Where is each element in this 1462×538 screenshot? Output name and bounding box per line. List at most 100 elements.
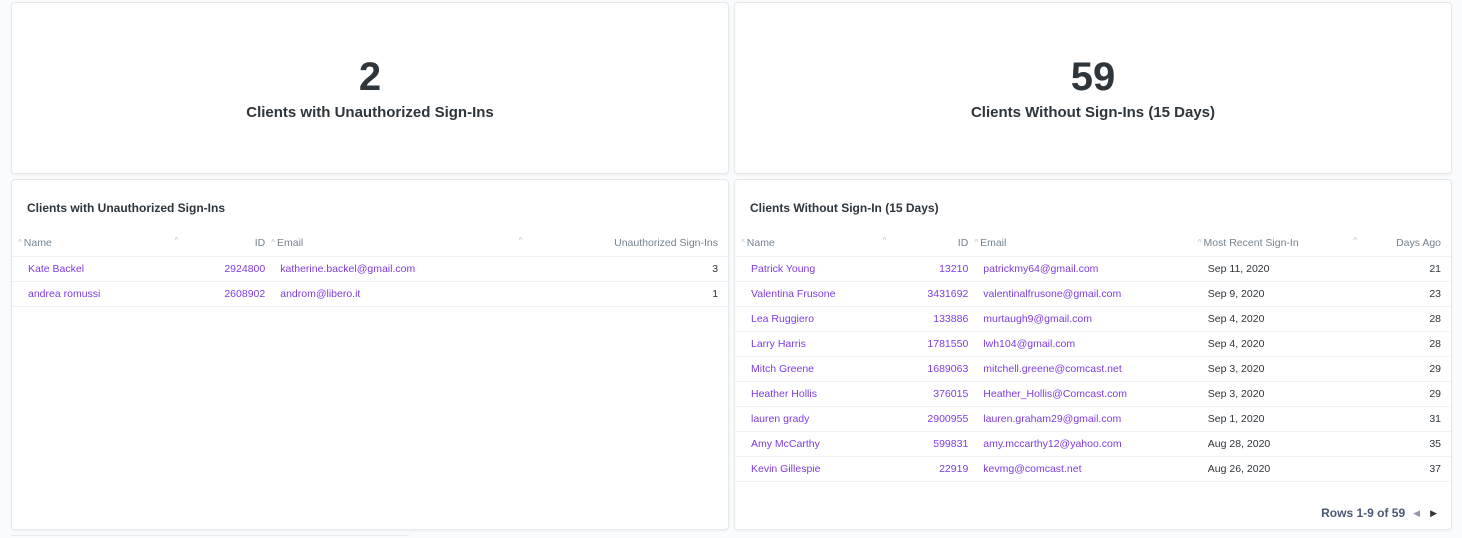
cell-days-ago: 37: [1353, 456, 1442, 482]
cell-email[interactable]: Heather_Hollis@Comcast.com: [968, 381, 1194, 407]
cell-most-recent-signin: Sep 4, 2020: [1193, 331, 1354, 357]
unauthorized-table: ^ Name ^ ID ^ Email ^ Unauthorized Sign-Ins …: [12, 236, 728, 307]
cell-name[interactable]: Patrick Young: [735, 256, 883, 282]
column-header-most-recent-signin[interactable]: ^ Most Recent Sign-In: [1193, 237, 1354, 257]
sort-caret-icon: ^: [174, 236, 179, 245]
cell-name[interactable]: andrea romussi: [12, 281, 175, 307]
column-header-email[interactable]: ^ Email: [968, 237, 1194, 257]
sort-caret-icon: ^: [271, 238, 275, 247]
cell-id[interactable]: 3431692: [882, 281, 969, 307]
cell-email[interactable]: amy.mccarthy12@yahoo.com: [968, 431, 1194, 457]
cell-id[interactable]: 133886: [882, 306, 969, 332]
no-signins-table: ^ Name ^ ID ^ Email ^ Most Recent Sign-In ^ D…: [735, 236, 1451, 482]
table-row: Mitch Greene 1689063 mitchell.greene@comca…: [735, 356, 1451, 382]
stat-value: 59: [1070, 55, 1116, 99]
cell-most-recent-signin: Sep 11, 2020: [1193, 256, 1354, 282]
table-row: Kate Backel 2924800 katherine.backel@gma…: [12, 256, 728, 282]
table-row: Larry Harris 1781550 lwh104@gmail.com Sep 4…: [735, 331, 1451, 357]
cell-id[interactable]: 13210: [882, 256, 969, 282]
header-spacer: [718, 237, 728, 257]
cell-most-recent-signin: Aug 28, 2020: [1193, 431, 1354, 457]
cell-email[interactable]: androm@libero.it: [265, 281, 519, 307]
cell-count: 1: [518, 281, 719, 307]
sort-caret-icon: ^: [518, 236, 523, 245]
table-row: Patrick Young 13210 patrickmy64@gmail.com S…: [735, 256, 1451, 282]
cell-days-ago: 28: [1353, 331, 1442, 357]
stat-label: Clients Without Sign-Ins (15 Days): [970, 104, 1216, 121]
cell-days-ago: 21: [1353, 256, 1442, 282]
cell-id[interactable]: 376015: [882, 381, 969, 407]
row-spacer: [1441, 381, 1451, 407]
chevron-left-icon[interactable]: ◀: [1413, 508, 1420, 519]
table-row: Amy McCarthy 599831 amy.mccarthy12@yahoo.c…: [735, 431, 1451, 457]
row-spacer: [1441, 431, 1451, 457]
cell-name[interactable]: Valentina Frusone: [735, 281, 883, 307]
cell-id[interactable]: 22919: [882, 456, 969, 482]
stat-label: Clients with Unauthorized Sign-Ins: [246, 104, 494, 121]
column-header-days-ago[interactable]: ^ Days Ago: [1353, 236, 1442, 257]
cell-id[interactable]: 2900955: [882, 406, 969, 432]
cell-name[interactable]: Heather Hollis: [735, 381, 883, 407]
cell-email[interactable]: lwh104@gmail.com: [968, 331, 1194, 357]
cell-days-ago: 28: [1353, 306, 1442, 332]
cell-name[interactable]: Mitch Greene: [735, 356, 883, 382]
cell-name[interactable]: Amy McCarthy: [735, 431, 883, 457]
cell-days-ago: 31: [1353, 406, 1442, 432]
chevron-right-icon[interactable]: ▶: [1430, 508, 1437, 519]
table-card-unauthorized: Clients with Unauthorized Sign-Ins ^ Name…: [11, 179, 729, 530]
cell-most-recent-signin: Sep 9, 2020: [1193, 281, 1354, 307]
cell-id[interactable]: 2924800: [174, 256, 266, 282]
cell-name[interactable]: Kevin Gillespie: [735, 456, 883, 482]
cell-most-recent-signin: Sep 3, 2020: [1193, 381, 1354, 407]
column-header-email[interactable]: ^ Email: [265, 237, 519, 257]
column-header-name[interactable]: ^ Name: [12, 237, 175, 257]
table-title: Clients with Unauthorized Sign-Ins: [27, 201, 225, 215]
sort-caret-icon: ^: [18, 238, 22, 247]
pagination-label: Rows 1-9 of 59: [1321, 506, 1406, 520]
cell-name[interactable]: Kate Backel: [12, 256, 175, 282]
column-header-unauthorized-signins[interactable]: ^ Unauthorized Sign-Ins: [518, 236, 719, 257]
table-row: andrea romussi 2608902 androm@libero.it …: [12, 281, 728, 307]
cell-email[interactable]: valentinalfrusone@gmail.com: [968, 281, 1194, 307]
row-spacer: [718, 256, 728, 282]
cell-name[interactable]: Lea Ruggiero: [735, 306, 883, 332]
row-spacer: [718, 281, 728, 307]
row-spacer: [1441, 406, 1451, 432]
cell-email[interactable]: murtaugh9@gmail.com: [968, 306, 1194, 332]
cell-email[interactable]: lauren.graham29@gmail.com: [968, 406, 1194, 432]
cell-id[interactable]: 1781550: [882, 331, 969, 357]
cell-email[interactable]: katherine.backel@gmail.com: [265, 256, 519, 282]
row-spacer: [1441, 356, 1451, 382]
cell-days-ago: 23: [1353, 281, 1442, 307]
cell-name[interactable]: lauren grady: [735, 406, 883, 432]
table-row: Valentina Frusone 3431692 valentinalfruson…: [735, 281, 1451, 307]
stat-card-unauthorized: 2 Clients with Unauthorized Sign-Ins: [11, 2, 729, 174]
row-spacer: [1441, 256, 1451, 282]
column-header-name[interactable]: ^ Name: [735, 237, 883, 257]
row-spacer: [1441, 281, 1451, 307]
cell-email[interactable]: kevmg@comcast.net: [968, 456, 1194, 482]
cell-days-ago: 29: [1353, 381, 1442, 407]
sort-caret-icon: ^: [1197, 238, 1202, 247]
sort-caret-icon: ^: [882, 236, 887, 245]
table-title: Clients Without Sign-In (15 Days): [750, 201, 939, 215]
column-header-id[interactable]: ^ ID: [882, 236, 969, 257]
cell-days-ago: 29: [1353, 356, 1442, 382]
column-header-id[interactable]: ^ ID: [174, 236, 266, 257]
table-row: Heather Hollis 376015 Heather_Hollis@Comca…: [735, 381, 1451, 407]
header-spacer: [1441, 237, 1451, 257]
cell-most-recent-signin: Aug 26, 2020: [1193, 456, 1354, 482]
table-row: Lea Ruggiero 133886 murtaugh9@gmail.com Sep…: [735, 306, 1451, 332]
cell-id[interactable]: 599831: [882, 431, 969, 457]
cell-email[interactable]: mitchell.greene@comcast.net: [968, 356, 1194, 382]
cell-id[interactable]: 1689063: [882, 356, 969, 382]
table-card-no-signins: Clients Without Sign-In (15 Days) ^ Name …: [734, 179, 1452, 530]
stat-card-no-signins: 59 Clients Without Sign-Ins (15 Days): [734, 2, 1452, 174]
sort-caret-icon: ^: [974, 238, 979, 247]
cell-id[interactable]: 2608902: [174, 281, 266, 307]
row-spacer: [1441, 331, 1451, 357]
sort-caret-icon: ^: [1353, 236, 1358, 245]
cell-name[interactable]: Larry Harris: [735, 331, 883, 357]
cell-email[interactable]: patrickmy64@gmail.com: [968, 256, 1194, 282]
table-header-row: ^ Name ^ ID ^ Email ^ Most Recent Sign-In ^ D…: [735, 236, 1451, 257]
